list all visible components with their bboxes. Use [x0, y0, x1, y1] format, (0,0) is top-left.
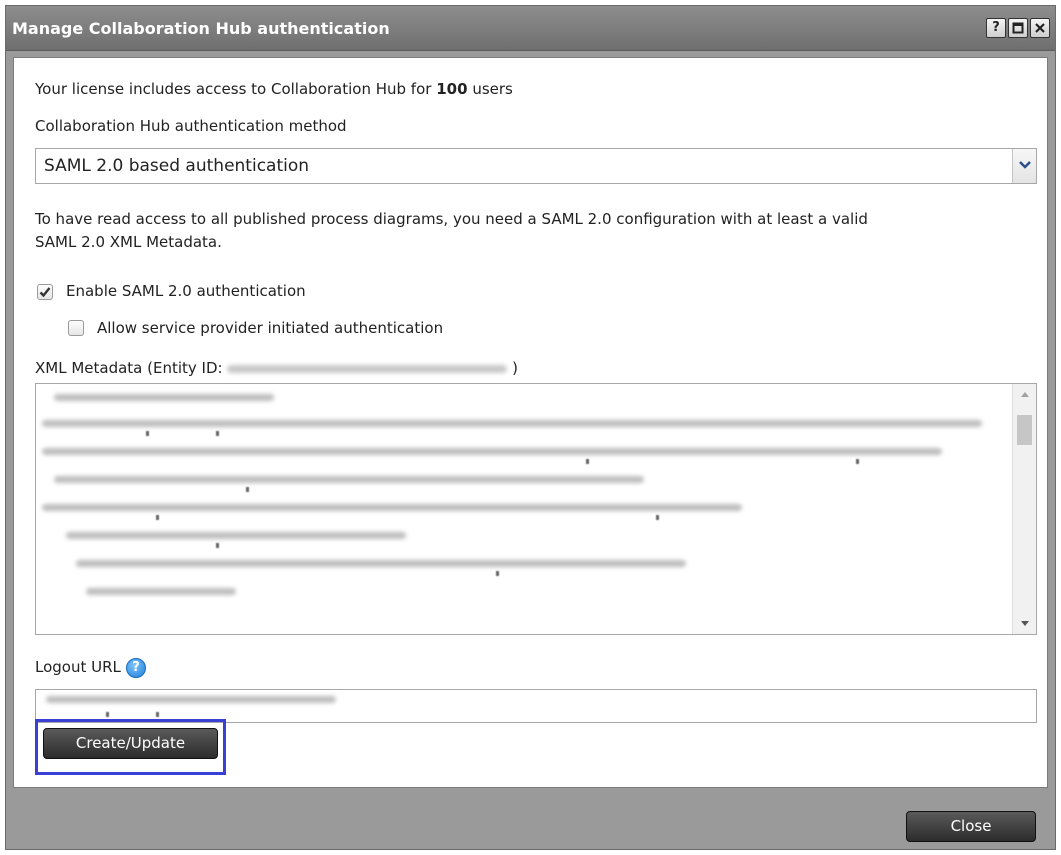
question-icon[interactable]: ?: [126, 658, 146, 678]
close-button[interactable]: Close: [906, 811, 1036, 842]
info-text-line1: To have read access to all published pro…: [35, 210, 868, 228]
redacted-text: [46, 696, 336, 703]
enable-saml-checkbox[interactable]: [37, 284, 53, 300]
sp-initiated-checkbox[interactable]: [68, 320, 84, 336]
license-count: 100: [436, 80, 468, 98]
metadata-scrollbar[interactable]: [1012, 384, 1036, 634]
chevron-down-icon[interactable]: [1012, 149, 1036, 183]
redacted-text: [216, 431, 219, 436]
sp-initiated-label[interactable]: Allow service provider initiated authent…: [97, 319, 443, 337]
close-icon[interactable]: [1030, 18, 1050, 38]
scroll-up-icon[interactable]: [1020, 390, 1030, 398]
info-text-line2: SAML 2.0 XML Metadata.: [35, 233, 222, 251]
metadata-label-prefix: XML Metadata (Entity ID:: [35, 359, 223, 377]
metadata-label: XML Metadata (Entity ID: ): [35, 359, 518, 377]
redacted-text: [42, 504, 742, 511]
logout-url-input[interactable]: [35, 689, 1037, 723]
dialog-titlebar[interactable]: Manage Collaboration Hub authentication …: [6, 6, 1055, 51]
redacted-text: [656, 515, 659, 520]
auth-method-select[interactable]: SAML 2.0 based authentication: [35, 148, 1037, 184]
logout-url-label: Logout URL: [35, 658, 121, 676]
auth-method-value: SAML 2.0 based authentication: [44, 156, 310, 176]
redacted-text: [496, 571, 499, 576]
manage-auth-dialog: Manage Collaboration Hub authentication …: [5, 5, 1056, 850]
redacted-text: [586, 459, 589, 464]
redacted-text: [42, 420, 982, 427]
license-suffix: users: [472, 80, 513, 98]
redacted-text: [216, 543, 219, 548]
redacted-text: [66, 532, 406, 539]
redacted-text: [156, 515, 159, 520]
metadata-label-suffix: ): [512, 359, 519, 377]
help-icon[interactable]: ?: [986, 18, 1006, 38]
redacted-text: [54, 394, 274, 401]
redacted-text: [246, 487, 249, 492]
entity-id-redacted: [227, 364, 508, 373]
dialog-title: Manage Collaboration Hub authentication: [12, 19, 390, 38]
redacted-text: [54, 476, 644, 483]
license-prefix: Your license includes access to Collabor…: [35, 80, 432, 98]
enable-saml-label[interactable]: Enable SAML 2.0 authentication: [66, 282, 306, 300]
xml-metadata-textarea[interactable]: [35, 383, 1037, 635]
scrollbar-thumb[interactable]: [1017, 415, 1032, 445]
redacted-text: [146, 431, 149, 436]
redacted-text: [42, 448, 942, 455]
dialog-content: Your license includes access to Collabor…: [13, 57, 1048, 788]
redacted-text: [156, 712, 159, 717]
checkmark-icon: [39, 287, 51, 298]
redacted-text: [106, 712, 109, 717]
auth-method-label: Collaboration Hub authentication method: [35, 117, 347, 135]
scroll-down-icon[interactable]: [1020, 620, 1030, 628]
redacted-text: [76, 560, 686, 567]
redacted-text: [856, 459, 859, 464]
create-update-button[interactable]: Create/Update: [43, 728, 218, 759]
license-text: Your license includes access to Collabor…: [35, 80, 513, 98]
maximize-icon[interactable]: [1008, 18, 1028, 38]
redacted-text: [86, 588, 236, 595]
